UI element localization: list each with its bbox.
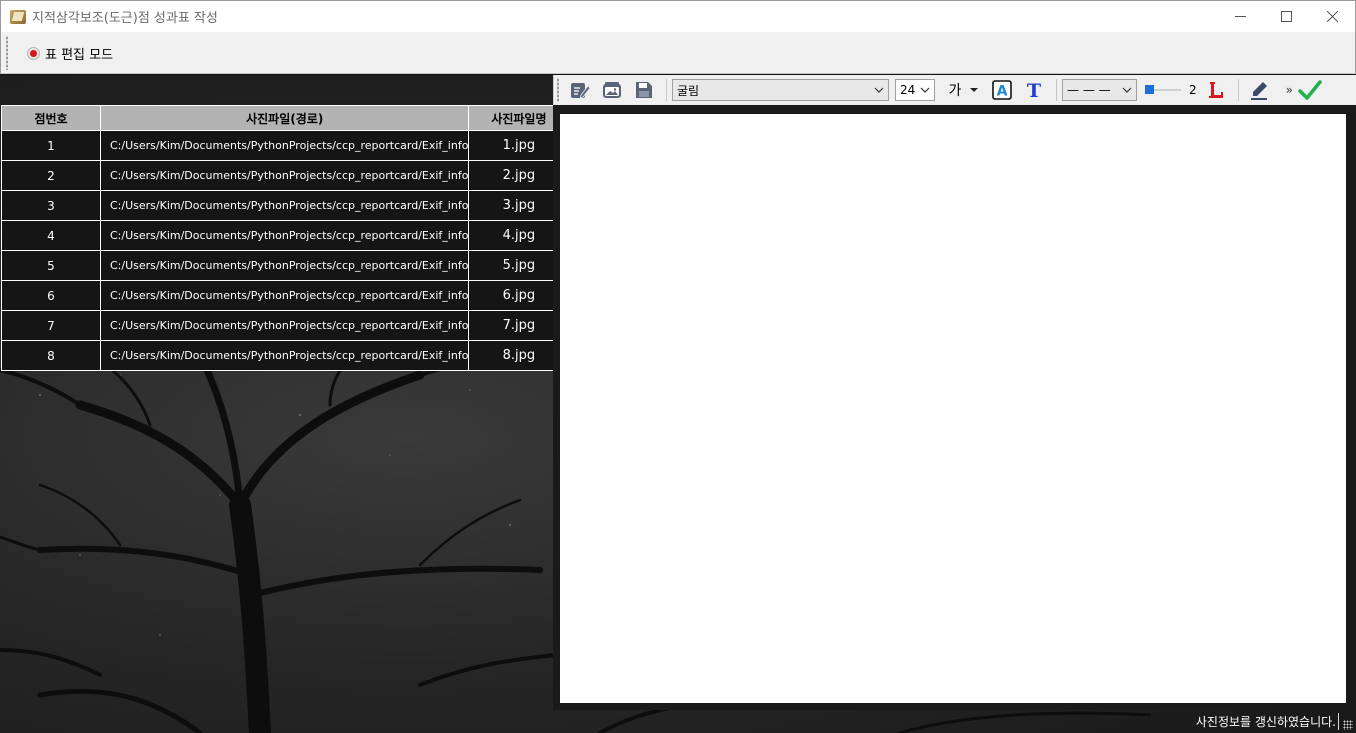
edit-button[interactable] [565,77,595,103]
minimize-button[interactable] [1217,1,1263,32]
chevron-down-icon [920,85,930,96]
line-tool-button[interactable] [1201,77,1231,103]
mode-toolbar: 표 편집 모드 [0,32,1356,74]
edit-icon [571,83,590,99]
maximize-icon [1280,11,1292,22]
line-width-slider[interactable]: 2 [1145,83,1197,97]
table-row[interactable]: 5 C:/Users/Kim/Documents/PythonProjects/… [1,250,570,281]
table-row[interactable]: 7 C:/Users/Kim/Documents/PythonProjects/… [1,310,570,341]
close-button[interactable] [1309,1,1355,32]
photo-path-cell[interactable]: C:/Users/Kim/Documents/PythonProjects/cc… [99,340,470,371]
svg-text:T: T [1027,80,1041,100]
close-icon [1326,11,1338,22]
toolstrip-separator [1056,79,1057,101]
point-number-cell[interactable]: 4 [1,220,101,251]
toolstrip-separator [666,79,667,101]
line-style-value: — — — [1067,83,1111,97]
toolbar-grip[interactable] [6,36,8,70]
table-row[interactable]: 6 C:/Users/Kim/Documents/PythonProjects/… [1,280,570,311]
point-number-cell[interactable]: 8 [1,340,101,371]
table-edit-mode-label: 표 편집 모드 [45,48,114,63]
preview-canvas[interactable] [560,114,1346,703]
save-button[interactable] [629,77,659,103]
point-number-cell[interactable]: 3 [1,190,101,221]
text-color-icon: A [992,80,1012,100]
table-row[interactable]: 1 C:/Users/Kim/Documents/PythonProjects/… [1,130,570,161]
minimize-icon [1234,16,1246,17]
table-row[interactable]: 8 C:/Users/Kim/Documents/PythonProjects/… [1,340,570,371]
point-number-cell[interactable]: 7 [1,310,101,341]
point-number-cell[interactable]: 5 [1,250,101,281]
photo-path-cell[interactable]: C:/Users/Kim/Documents/PythonProjects/cc… [99,130,470,161]
line-style-select[interactable]: — — — [1062,79,1137,101]
text-glyph: 가 [948,83,962,99]
slider-track-icon [1145,85,1181,94]
pen-icon [1250,82,1267,100]
photo-info-table: 점번호 사진파일(경로) 사진파일명 1 C:/Users/Kim/Docume… [1,105,570,371]
table-row[interactable]: 2 C:/Users/Kim/Documents/PythonProjects/… [1,160,570,191]
pen-button[interactable] [1244,77,1274,103]
text-tool-button[interactable]: T [1019,77,1049,103]
point-number-cell[interactable]: 2 [1,160,101,191]
resize-grip-icon[interactable] [1343,720,1353,730]
font-size-value: 24 [900,83,916,97]
chevron-down-icon [874,85,884,96]
confirm-button[interactable] [1295,77,1325,103]
chevron-down-icon [1122,85,1132,96]
image-button[interactable] [597,77,627,103]
photo-path-cell[interactable]: C:/Users/Kim/Documents/PythonProjects/cc… [99,160,470,191]
maximize-button[interactable] [1263,1,1309,32]
overflow-button[interactable]: » [1286,83,1293,97]
image-icon [603,82,621,98]
text-color-button[interactable]: A [987,77,1017,103]
line-tool-icon [1208,82,1223,98]
record-dot-icon [27,47,40,60]
status-message: 사진정보를 갱신하였습니다. [1195,715,1336,729]
font-name-select[interactable]: 굴림 [672,79,889,101]
window-controls [1217,1,1355,32]
save-icon [636,82,652,98]
photo-path-cell[interactable]: C:/Users/Kim/Documents/PythonProjects/cc… [99,250,470,281]
folder-icon [10,9,26,24]
window-title: 지적삼각보조(도근)점 성과표 작성 [32,11,218,26]
photo-path-cell[interactable]: C:/Users/Kim/Documents/PythonProjects/cc… [99,190,470,221]
text-tool-icon: T [1027,80,1041,100]
header-point-number[interactable]: 점번호 [1,105,101,131]
point-number-cell[interactable]: 6 [1,280,101,311]
svg-text:A: A [997,84,1008,100]
table-row[interactable]: 4 C:/Users/Kim/Documents/PythonProjects/… [1,220,570,251]
point-number-cell[interactable]: 1 [1,130,101,161]
table-edit-mode-toggle[interactable]: 표 편집 모드 [27,44,113,63]
toolstrip-separator [1237,79,1239,101]
font-size-select[interactable]: 24 [895,79,935,101]
photo-path-cell[interactable]: C:/Users/Kim/Documents/PythonProjects/cc… [99,220,470,251]
toolstrip-grip[interactable] [557,78,559,102]
table-row[interactable]: 3 C:/Users/Kim/Documents/PythonProjects/… [1,190,570,221]
title-bar: 지적삼각보조(도근)점 성과표 작성 [0,0,1356,32]
font-name-value: 굴림 [677,83,700,98]
photo-path-cell[interactable]: C:/Users/Kim/Documents/PythonProjects/cc… [99,280,470,311]
status-divider [1338,713,1339,730]
line-width-value: 2 [1189,83,1197,97]
font-style-dropdown[interactable]: 가 [943,77,985,103]
table-header-row: 점번호 사진파일(경로) 사진파일명 [1,105,570,131]
header-photo-path[interactable]: 사진파일(경로) [99,105,470,131]
caret-down-icon [970,88,979,92]
photo-path-cell[interactable]: C:/Users/Kim/Documents/PythonProjects/cc… [99,310,470,341]
drawing-toolstrip: 굴림 24 가 A T — — — 2 » [553,75,1356,105]
check-icon [1298,80,1322,100]
